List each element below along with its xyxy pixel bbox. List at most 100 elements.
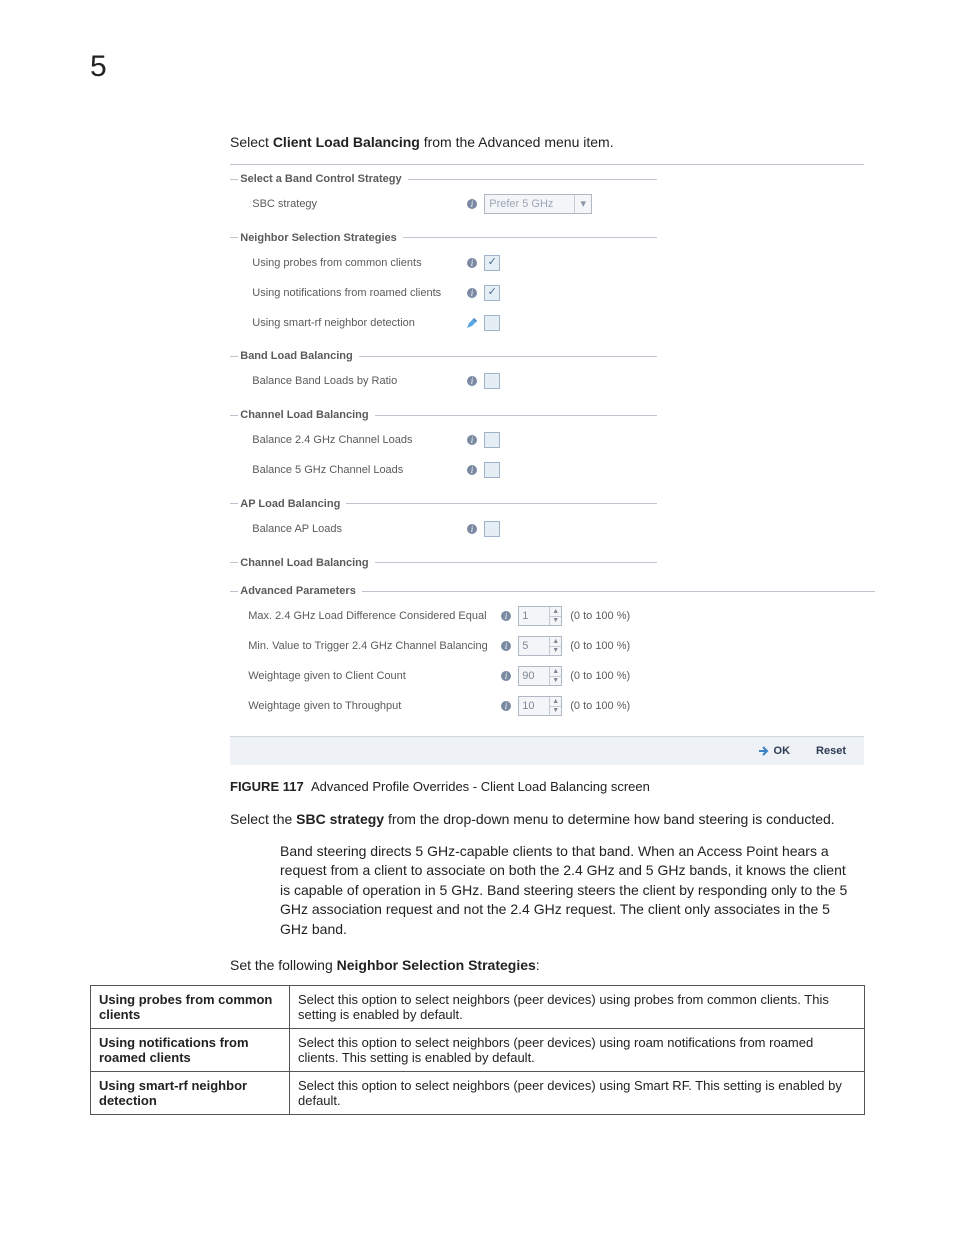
legend-neighbor: Neighbor Selection Strategies — [238, 232, 402, 244]
body-nss: Set the following Neighbor Selection Str… — [230, 956, 864, 976]
spinner-down-icon[interactable]: ▼ — [550, 706, 561, 716]
button-bar: OK Reset — [230, 736, 864, 765]
row-c24: Balance 2.4 GHz Channel Loads i — [238, 425, 648, 455]
config-screenshot: Select a Band Control Strategy SBC strat… — [230, 164, 864, 765]
label-wthrough: Weightage given to Throughput — [238, 700, 498, 712]
info-icon[interactable]: i — [466, 464, 478, 476]
checkbox-c24[interactable] — [484, 432, 500, 448]
range-wthrough: (0 to 100 %) — [570, 700, 630, 712]
spinner-down-icon[interactable]: ▼ — [550, 676, 561, 686]
select-sbc-value: Prefer 5 GHz — [485, 198, 557, 210]
section-advanced: Advanced Parameters Max. 2.4 GHz Load Di… — [230, 585, 875, 728]
body-bandsteer: Band steering directs 5 GHz-capable clie… — [280, 842, 854, 940]
ok-label: OK — [774, 745, 791, 757]
intro-text: Select Client Load Balancing from the Ad… — [230, 134, 864, 150]
spinner-up-icon[interactable]: ▲ — [550, 697, 561, 706]
info-icon[interactable]: i — [466, 257, 478, 269]
info-icon[interactable]: i — [466, 434, 478, 446]
row-c5: Balance 5 GHz Channel Loads i — [238, 455, 648, 485]
section-channel-load: Channel Load Balancing Balance 2.4 GHz C… — [230, 409, 657, 492]
desc-probes: Select this option to select neighbors (… — [290, 986, 865, 1029]
body-sbc: Select the SBC strategy from the drop-do… — [230, 810, 864, 830]
body-sbc-suffix: from the drop-down menu to determine how… — [384, 811, 835, 827]
row-wthrough: Weightage given to Throughput i ▲▼ (0 to… — [238, 691, 866, 721]
arrow-right-icon — [758, 745, 770, 757]
figure-text: Advanced Profile Overrides - Client Load… — [311, 779, 650, 794]
info-icon[interactable]: i — [500, 700, 512, 712]
row-min24: Min. Value to Trigger 2.4 GHz Channel Ba… — [238, 631, 866, 661]
spinner-wthrough[interactable]: ▲▼ — [518, 696, 562, 716]
top-separator — [230, 164, 864, 165]
label-smartrf: Using smart-rf neighbor detection — [238, 317, 466, 329]
label-max24: Max. 2.4 GHz Load Difference Considered … — [238, 610, 498, 622]
term-notifs: Using notifications from roamed clients — [91, 1029, 290, 1072]
row-max24: Max. 2.4 GHz Load Difference Considered … — [238, 601, 866, 631]
section-band-load: Band Load Balancing Balance Band Loads b… — [230, 350, 657, 403]
reset-label: Reset — [816, 745, 846, 757]
input-wthrough[interactable] — [519, 697, 549, 715]
intro-prefix: Select — [230, 134, 273, 150]
ok-button[interactable]: OK — [750, 743, 799, 759]
row-ratio: Balance Band Loads by Ratio i — [238, 366, 648, 396]
legend-band-load: Band Load Balancing — [238, 350, 358, 362]
section-neighbor: Neighbor Selection Strategies Using prob… — [230, 232, 657, 345]
spinner-up-icon[interactable]: ▲ — [550, 637, 561, 646]
term-probes: Using probes from common clients — [91, 986, 290, 1029]
info-icon[interactable]: i — [466, 375, 478, 387]
checkbox-c5[interactable] — [484, 462, 500, 478]
body-sbc-prefix: Select the — [230, 811, 296, 827]
checkbox-probes[interactable]: ✓ — [484, 255, 500, 271]
label-ap: Balance AP Loads — [238, 523, 466, 535]
info-icon[interactable]: i — [500, 670, 512, 682]
edit-icon[interactable] — [466, 317, 478, 329]
spinner-up-icon[interactable]: ▲ — [550, 667, 561, 676]
select-sbc[interactable]: Prefer 5 GHz ▾ — [484, 194, 592, 214]
info-icon[interactable]: i — [466, 523, 478, 535]
range-min24: (0 to 100 %) — [570, 640, 630, 652]
section-ap-load: AP Load Balancing Balance AP Loads i — [230, 498, 657, 551]
intro-suffix: from the Advanced menu item. — [420, 134, 614, 150]
row-sbc: SBC strategy i Prefer 5 GHz ▾ — [238, 189, 648, 219]
chevron-down-icon: ▾ — [574, 195, 591, 213]
checkbox-ratio[interactable] — [484, 373, 500, 389]
reset-button[interactable]: Reset — [808, 743, 854, 759]
info-icon[interactable]: i — [466, 287, 478, 299]
label-probes: Using probes from common clients — [238, 257, 466, 269]
legend-band-control: Select a Band Control Strategy — [238, 173, 407, 185]
desc-notifs: Select this option to select neighbors (… — [290, 1029, 865, 1072]
info-icon[interactable]: i — [466, 198, 478, 210]
legend-channel-load: Channel Load Balancing — [238, 409, 374, 421]
label-wclient: Weightage given to Client Count — [238, 670, 498, 682]
body-nss-suffix: : — [536, 957, 540, 973]
input-wclient[interactable] — [519, 667, 549, 685]
section-channel-load-2: Channel Load Balancing — [230, 557, 657, 580]
input-min24[interactable] — [519, 637, 549, 655]
input-max24[interactable] — [519, 607, 549, 625]
spinner-wclient[interactable]: ▲▼ — [518, 666, 562, 686]
spinner-down-icon[interactable]: ▼ — [550, 616, 561, 626]
checkbox-notifs[interactable]: ✓ — [484, 285, 500, 301]
table-row: Using smart-rf neighbor detection Select… — [91, 1072, 865, 1115]
row-ap: Balance AP Loads i — [238, 514, 648, 544]
label-notifs: Using notifications from roamed clients — [238, 287, 466, 299]
table-row: Using probes from common clients Select … — [91, 986, 865, 1029]
figure-caption: FIGURE 117 Advanced Profile Overrides - … — [230, 779, 864, 794]
legend-advanced: Advanced Parameters — [238, 585, 362, 597]
spinner-min24[interactable]: ▲▼ — [518, 636, 562, 656]
range-max24: (0 to 100 %) — [570, 610, 630, 622]
checkbox-ap[interactable] — [484, 521, 500, 537]
body-nss-prefix: Set the following — [230, 957, 337, 973]
row-notifs: Using notifications from roamed clients … — [238, 278, 648, 308]
label-sbc: SBC strategy — [238, 198, 466, 210]
spinner-max24[interactable]: ▲▼ — [518, 606, 562, 626]
spinner-up-icon[interactable]: ▲ — [550, 607, 561, 616]
checkbox-smartrf[interactable] — [484, 315, 500, 331]
row-smartrf: Using smart-rf neighbor detection — [238, 308, 648, 338]
table-row: Using notifications from roamed clients … — [91, 1029, 865, 1072]
legend-ap-load: AP Load Balancing — [238, 498, 346, 510]
info-icon[interactable]: i — [500, 610, 512, 622]
body-nss-bold: Neighbor Selection Strategies — [337, 957, 536, 973]
label-min24: Min. Value to Trigger 2.4 GHz Channel Ba… — [238, 640, 498, 652]
info-icon[interactable]: i — [500, 640, 512, 652]
spinner-down-icon[interactable]: ▼ — [550, 646, 561, 656]
